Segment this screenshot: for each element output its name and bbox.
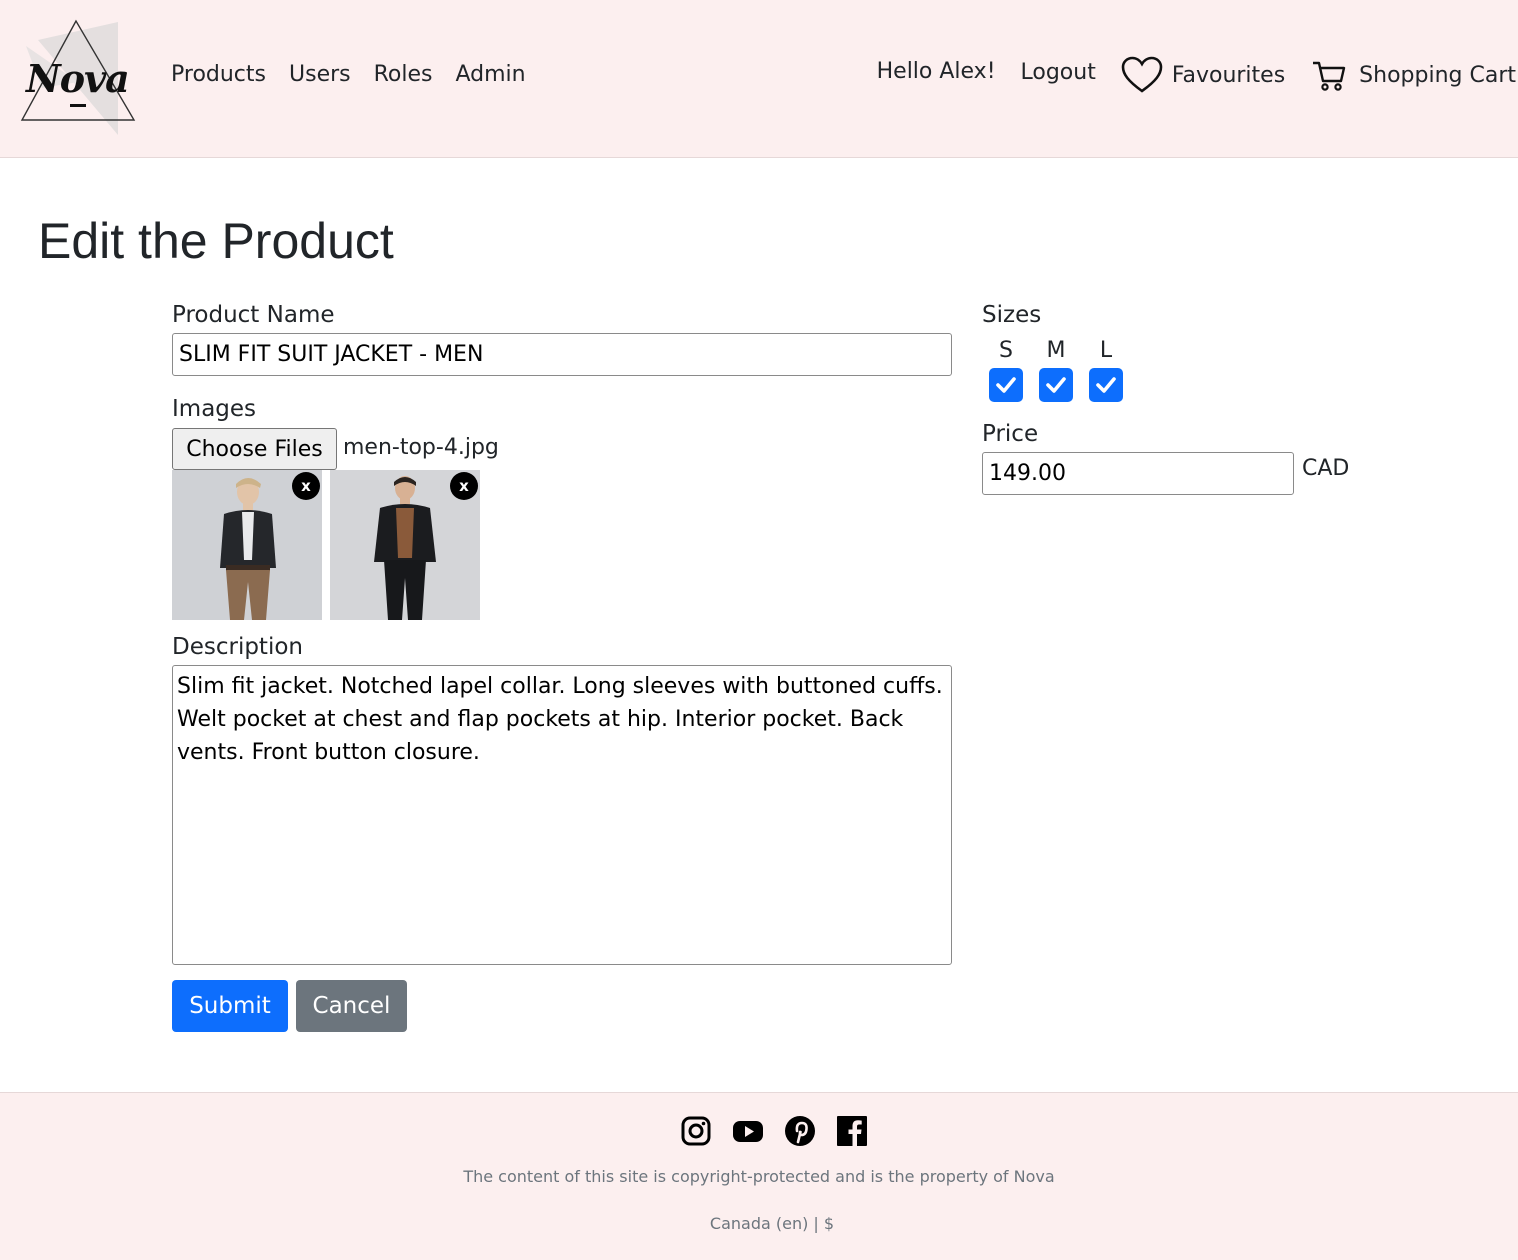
nav-products[interactable]: Products xyxy=(171,62,266,87)
remove-image-1-button[interactable]: x xyxy=(292,472,320,500)
choose-files-button[interactable]: Choose Files xyxy=(172,428,337,470)
description-textarea[interactable]: Slim fit jacket. Notched lapel collar. L… xyxy=(172,665,952,965)
selected-file-name: men-top-4.jpg xyxy=(343,435,499,460)
size-option-m: M xyxy=(1039,338,1073,402)
size-option-l: L xyxy=(1089,338,1123,402)
submit-button[interactable]: Submit xyxy=(172,980,288,1032)
site-footer: The content of this site is copyright-pr… xyxy=(0,1092,1518,1260)
product-image-1: x xyxy=(172,470,322,620)
size-l-label: L xyxy=(1099,338,1113,363)
sizes-label: Sizes xyxy=(982,302,1042,328)
cart-icon xyxy=(1313,61,1346,91)
remove-image-2-button[interactable]: x xyxy=(450,472,478,500)
nav-users[interactable]: Users xyxy=(289,62,351,87)
price-input[interactable]: 149.00 xyxy=(982,452,1294,495)
checkmark-icon xyxy=(1046,377,1066,393)
heart-icon xyxy=(1121,56,1163,93)
product-name-input[interactable]: SLIM FIT SUIT JACKET - MEN xyxy=(172,333,952,376)
page-title: Edit the Product xyxy=(38,213,394,269)
user-nav: Hello Alex! Logout Favourites Shopping C… xyxy=(877,56,1516,94)
cart-label: Shopping Cart xyxy=(1359,62,1516,88)
product-image-2: x xyxy=(330,470,480,620)
cancel-button[interactable]: Cancel xyxy=(296,980,407,1032)
greeting-text: Hello Alex! xyxy=(876,58,996,84)
size-m-checkbox[interactable] xyxy=(1039,368,1073,402)
size-l-checkbox[interactable] xyxy=(1089,368,1123,402)
youtube-icon[interactable] xyxy=(732,1115,764,1147)
shopping-cart-link[interactable]: Shopping Cart xyxy=(1311,58,1516,92)
instagram-icon[interactable] xyxy=(680,1115,712,1147)
checkmark-icon xyxy=(996,377,1016,393)
favourites-link[interactable]: Favourites xyxy=(1120,56,1285,94)
facebook-icon[interactable] xyxy=(836,1115,868,1147)
logo-wordmark: Nova xyxy=(26,56,130,101)
pinterest-icon[interactable] xyxy=(784,1115,816,1147)
main-nav: Products Users Roles Admin xyxy=(171,62,526,87)
locale-currency-selector[interactable]: Canada (en) | $ xyxy=(0,1214,1518,1233)
logo-dash xyxy=(70,104,86,107)
copyright-text: The content of this site is copyright-pr… xyxy=(463,1167,1055,1186)
images-label: Images xyxy=(172,396,257,422)
price-label: Price xyxy=(982,421,1039,447)
social-links xyxy=(680,1115,868,1147)
nav-roles[interactable]: Roles xyxy=(374,62,433,87)
currency-label: CAD xyxy=(1302,456,1350,481)
size-m-label: M xyxy=(1046,338,1066,363)
site-header: Nova Products Users Roles Admin Hello Al… xyxy=(0,0,1518,158)
size-option-s: S xyxy=(989,338,1023,402)
size-s-label: S xyxy=(999,338,1013,363)
size-s-checkbox[interactable] xyxy=(989,368,1023,402)
nova-logo[interactable]: Nova xyxy=(18,18,138,138)
description-label: Description xyxy=(172,634,303,660)
favourites-label: Favourites xyxy=(1171,62,1286,88)
checkmark-icon xyxy=(1096,377,1116,393)
nav-admin[interactable]: Admin xyxy=(455,62,525,87)
logout-link[interactable]: Logout xyxy=(1021,60,1096,85)
product-name-label: Product Name xyxy=(172,302,335,328)
